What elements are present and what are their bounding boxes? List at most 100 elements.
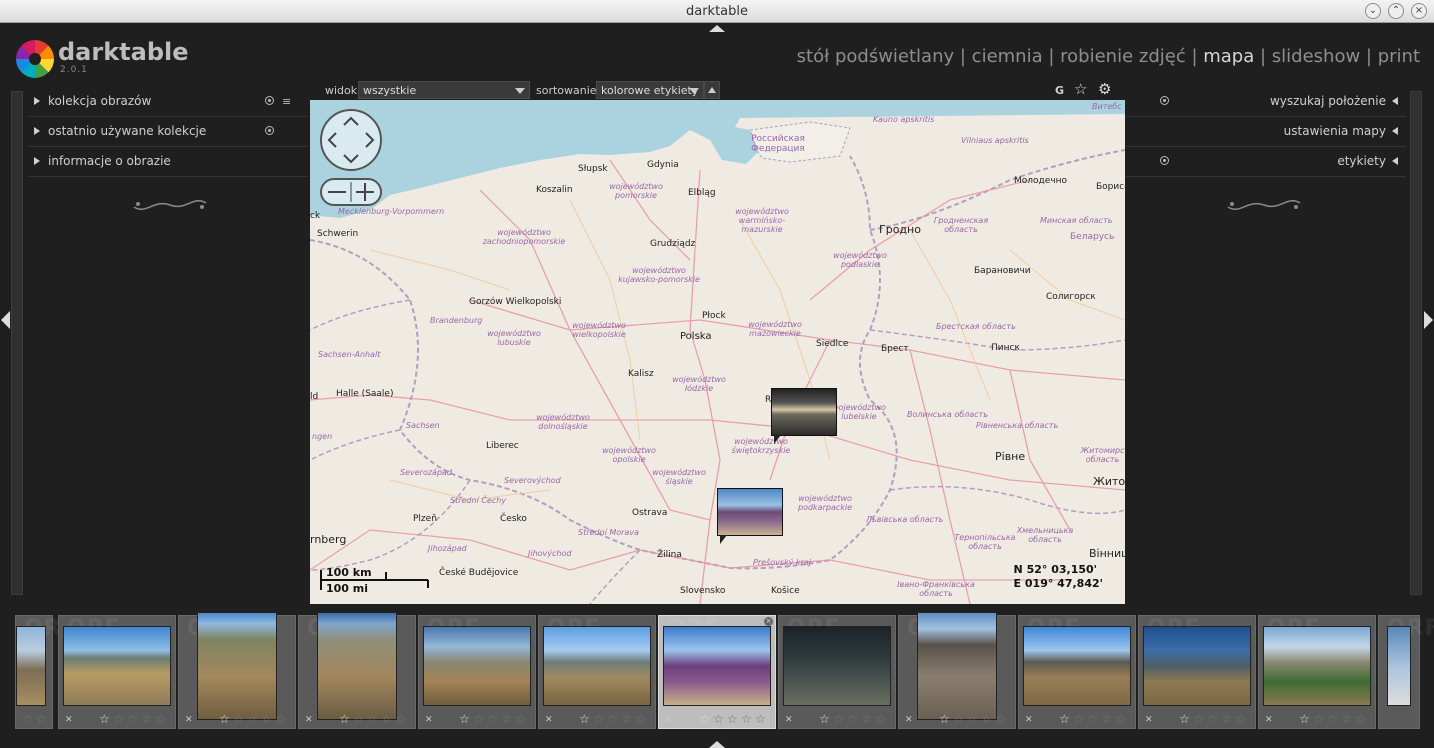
star-icon[interactable]: ☆ (635, 713, 646, 725)
reset-icon[interactable] (265, 96, 274, 105)
star-icon[interactable]: ☆ (155, 713, 166, 725)
view-darkroom[interactable]: ciemnia (972, 46, 1043, 67)
star-icon[interactable]: ☆ (953, 713, 964, 725)
star-icon[interactable]: ☆ (1101, 713, 1112, 725)
reset-icon[interactable] (1160, 96, 1169, 105)
filmstrip-thumbnail[interactable]: ORF✕☆☆☆☆☆ (898, 612, 1016, 729)
presets-menu-icon[interactable]: ≡ (282, 95, 291, 108)
star-icon[interactable]: ☆ (593, 713, 604, 725)
reject-icon[interactable]: ✕ (185, 714, 193, 726)
star-icon[interactable]: ☆ (22, 713, 33, 725)
view-filter-select[interactable]: wszystkie (358, 81, 530, 99)
filmstrip-thumbnail[interactable]: ORF✕☆☆☆☆☆× (658, 615, 776, 729)
reject-icon[interactable]: ✕ (65, 714, 73, 726)
reset-icon[interactable] (1160, 156, 1169, 165)
reject-icon[interactable]: ✕ (665, 714, 673, 726)
star-icon[interactable]: ☆ (353, 713, 364, 725)
star-icon[interactable]: ☆ (981, 713, 992, 725)
collapse-bottom-panel-icon[interactable] (709, 741, 725, 748)
module-map-settings[interactable]: ustawienia mapy (1126, 117, 1406, 147)
module-collection[interactable]: kolekcja obrazów ≡ (28, 87, 308, 117)
star-icon[interactable]: ☆ (1221, 713, 1232, 725)
filmstrip-thumbnail[interactable]: ORF ☆ ☆ (15, 615, 77, 729)
star-icon[interactable]: ☆ (967, 713, 978, 725)
star-icon[interactable]: ☆ (699, 713, 710, 725)
star-icon[interactable]: ☆ (247, 713, 258, 725)
star-icon[interactable]: ☆ (847, 713, 858, 725)
star-icon[interactable]: ☆ (261, 713, 272, 725)
star-icon[interactable]: ☆ (127, 713, 138, 725)
star-icon[interactable]: ☆ (113, 713, 124, 725)
view-lighttable[interactable]: stół podświetlany (797, 46, 954, 67)
reset-icon[interactable] (265, 126, 274, 135)
module-tagging[interactable]: etykiety (1126, 147, 1406, 177)
grouping-button[interactable]: G (1055, 84, 1064, 97)
star-icon[interactable]: ☆ (395, 713, 406, 725)
collapse-right-panel-icon[interactable] (1424, 311, 1433, 329)
map-photo-pin[interactable] (771, 388, 837, 444)
star-icon[interactable]: ☆ (1327, 713, 1338, 725)
star-icon[interactable]: ☆ (939, 713, 950, 725)
filmstrip-thumbnail[interactable]: ORF (1378, 615, 1434, 729)
star-overlay-icon[interactable]: ☆ (1074, 80, 1087, 98)
right-panel-scrollbar[interactable] (1410, 91, 1422, 595)
collapse-top-panel-icon[interactable] (709, 25, 725, 32)
reject-icon[interactable]: ✕ (305, 714, 313, 726)
reject-icon[interactable]: ✕ (905, 714, 913, 726)
star-icon[interactable]: ☆ (1355, 713, 1366, 725)
star-icon[interactable]: ☆ (515, 713, 526, 725)
star-icon[interactable]: ☆ (1179, 713, 1190, 725)
star-icon[interactable]: ☆ (367, 713, 378, 725)
star-icon[interactable]: ☆ (713, 713, 724, 725)
collapse-left-panel-icon[interactable] (1, 311, 10, 329)
star-icon[interactable]: ☆ (1299, 713, 1310, 725)
star-icon[interactable]: ☆ (219, 713, 230, 725)
star-icon[interactable]: ☆ (1341, 713, 1352, 725)
filmstrip-thumbnail[interactable]: ORF✕☆☆☆☆☆ (778, 615, 896, 729)
view-tethering[interactable]: robienie zdjęć (1060, 46, 1186, 67)
reject-icon[interactable]: ✕ (1145, 714, 1153, 726)
star-icon[interactable]: ☆ (381, 713, 392, 725)
reject-icon[interactable]: ✕ (1265, 714, 1273, 726)
sort-order-button[interactable] (704, 81, 720, 99)
star-icon[interactable]: ☆ (141, 713, 152, 725)
filmstrip-thumbnail[interactable]: ORF✕☆☆☆☆☆ (1258, 615, 1376, 729)
star-icon[interactable]: ☆ (275, 713, 286, 725)
map-photo-pin[interactable] (717, 488, 783, 544)
star-icon[interactable]: ☆ (1193, 713, 1204, 725)
star-icon[interactable]: ☆ (741, 713, 752, 725)
star-icon[interactable]: ☆ (1207, 713, 1218, 725)
star-icon[interactable]: ☆ (339, 713, 350, 725)
reject-icon[interactable]: ✕ (545, 714, 553, 726)
star-icon[interactable]: ☆ (459, 713, 470, 725)
reject-icon[interactable]: ✕ (425, 714, 433, 726)
star-icon[interactable]: ☆ (1087, 713, 1098, 725)
minimize-icon[interactable]: ⌄ (1365, 3, 1381, 19)
close-icon[interactable]: × (764, 617, 773, 626)
map-pan-control[interactable] (320, 109, 382, 171)
module-recent-collections[interactable]: ostatnio używane kolekcje (28, 117, 308, 147)
view-print[interactable]: print (1378, 46, 1420, 67)
star-icon[interactable]: ☆ (1115, 713, 1126, 725)
module-find-location[interactable]: wyszukaj położenie (1126, 87, 1406, 117)
reject-icon[interactable]: ✕ (1025, 714, 1033, 726)
star-icon[interactable]: ☆ (607, 713, 618, 725)
left-panel-scrollbar[interactable] (11, 91, 23, 595)
gear-icon[interactable]: ⚙ (1098, 80, 1111, 98)
star-icon[interactable]: ☆ (727, 713, 738, 725)
sort-select[interactable]: kolorowe etykiety (596, 81, 704, 99)
star-icon[interactable]: ☆ (99, 713, 110, 725)
filmstrip-thumbnail[interactable]: ORF✕☆☆☆☆☆ (58, 615, 176, 729)
star-icon[interactable]: ☆ (36, 713, 47, 725)
maximize-icon[interactable]: ⌃ (1388, 3, 1404, 19)
star-icon[interactable]: ☆ (487, 713, 498, 725)
star-icon[interactable]: ☆ (755, 713, 766, 725)
star-icon[interactable]: ☆ (233, 713, 244, 725)
view-map[interactable]: mapa (1203, 46, 1254, 67)
module-image-information[interactable]: informacje o obrazie (28, 147, 308, 177)
star-icon[interactable]: ☆ (1059, 713, 1070, 725)
star-icon[interactable]: ☆ (819, 713, 830, 725)
star-icon[interactable]: ☆ (861, 713, 872, 725)
filmstrip-thumbnail[interactable]: ORF✕☆☆☆☆☆ (178, 612, 296, 729)
star-icon[interactable]: ☆ (1235, 713, 1246, 725)
